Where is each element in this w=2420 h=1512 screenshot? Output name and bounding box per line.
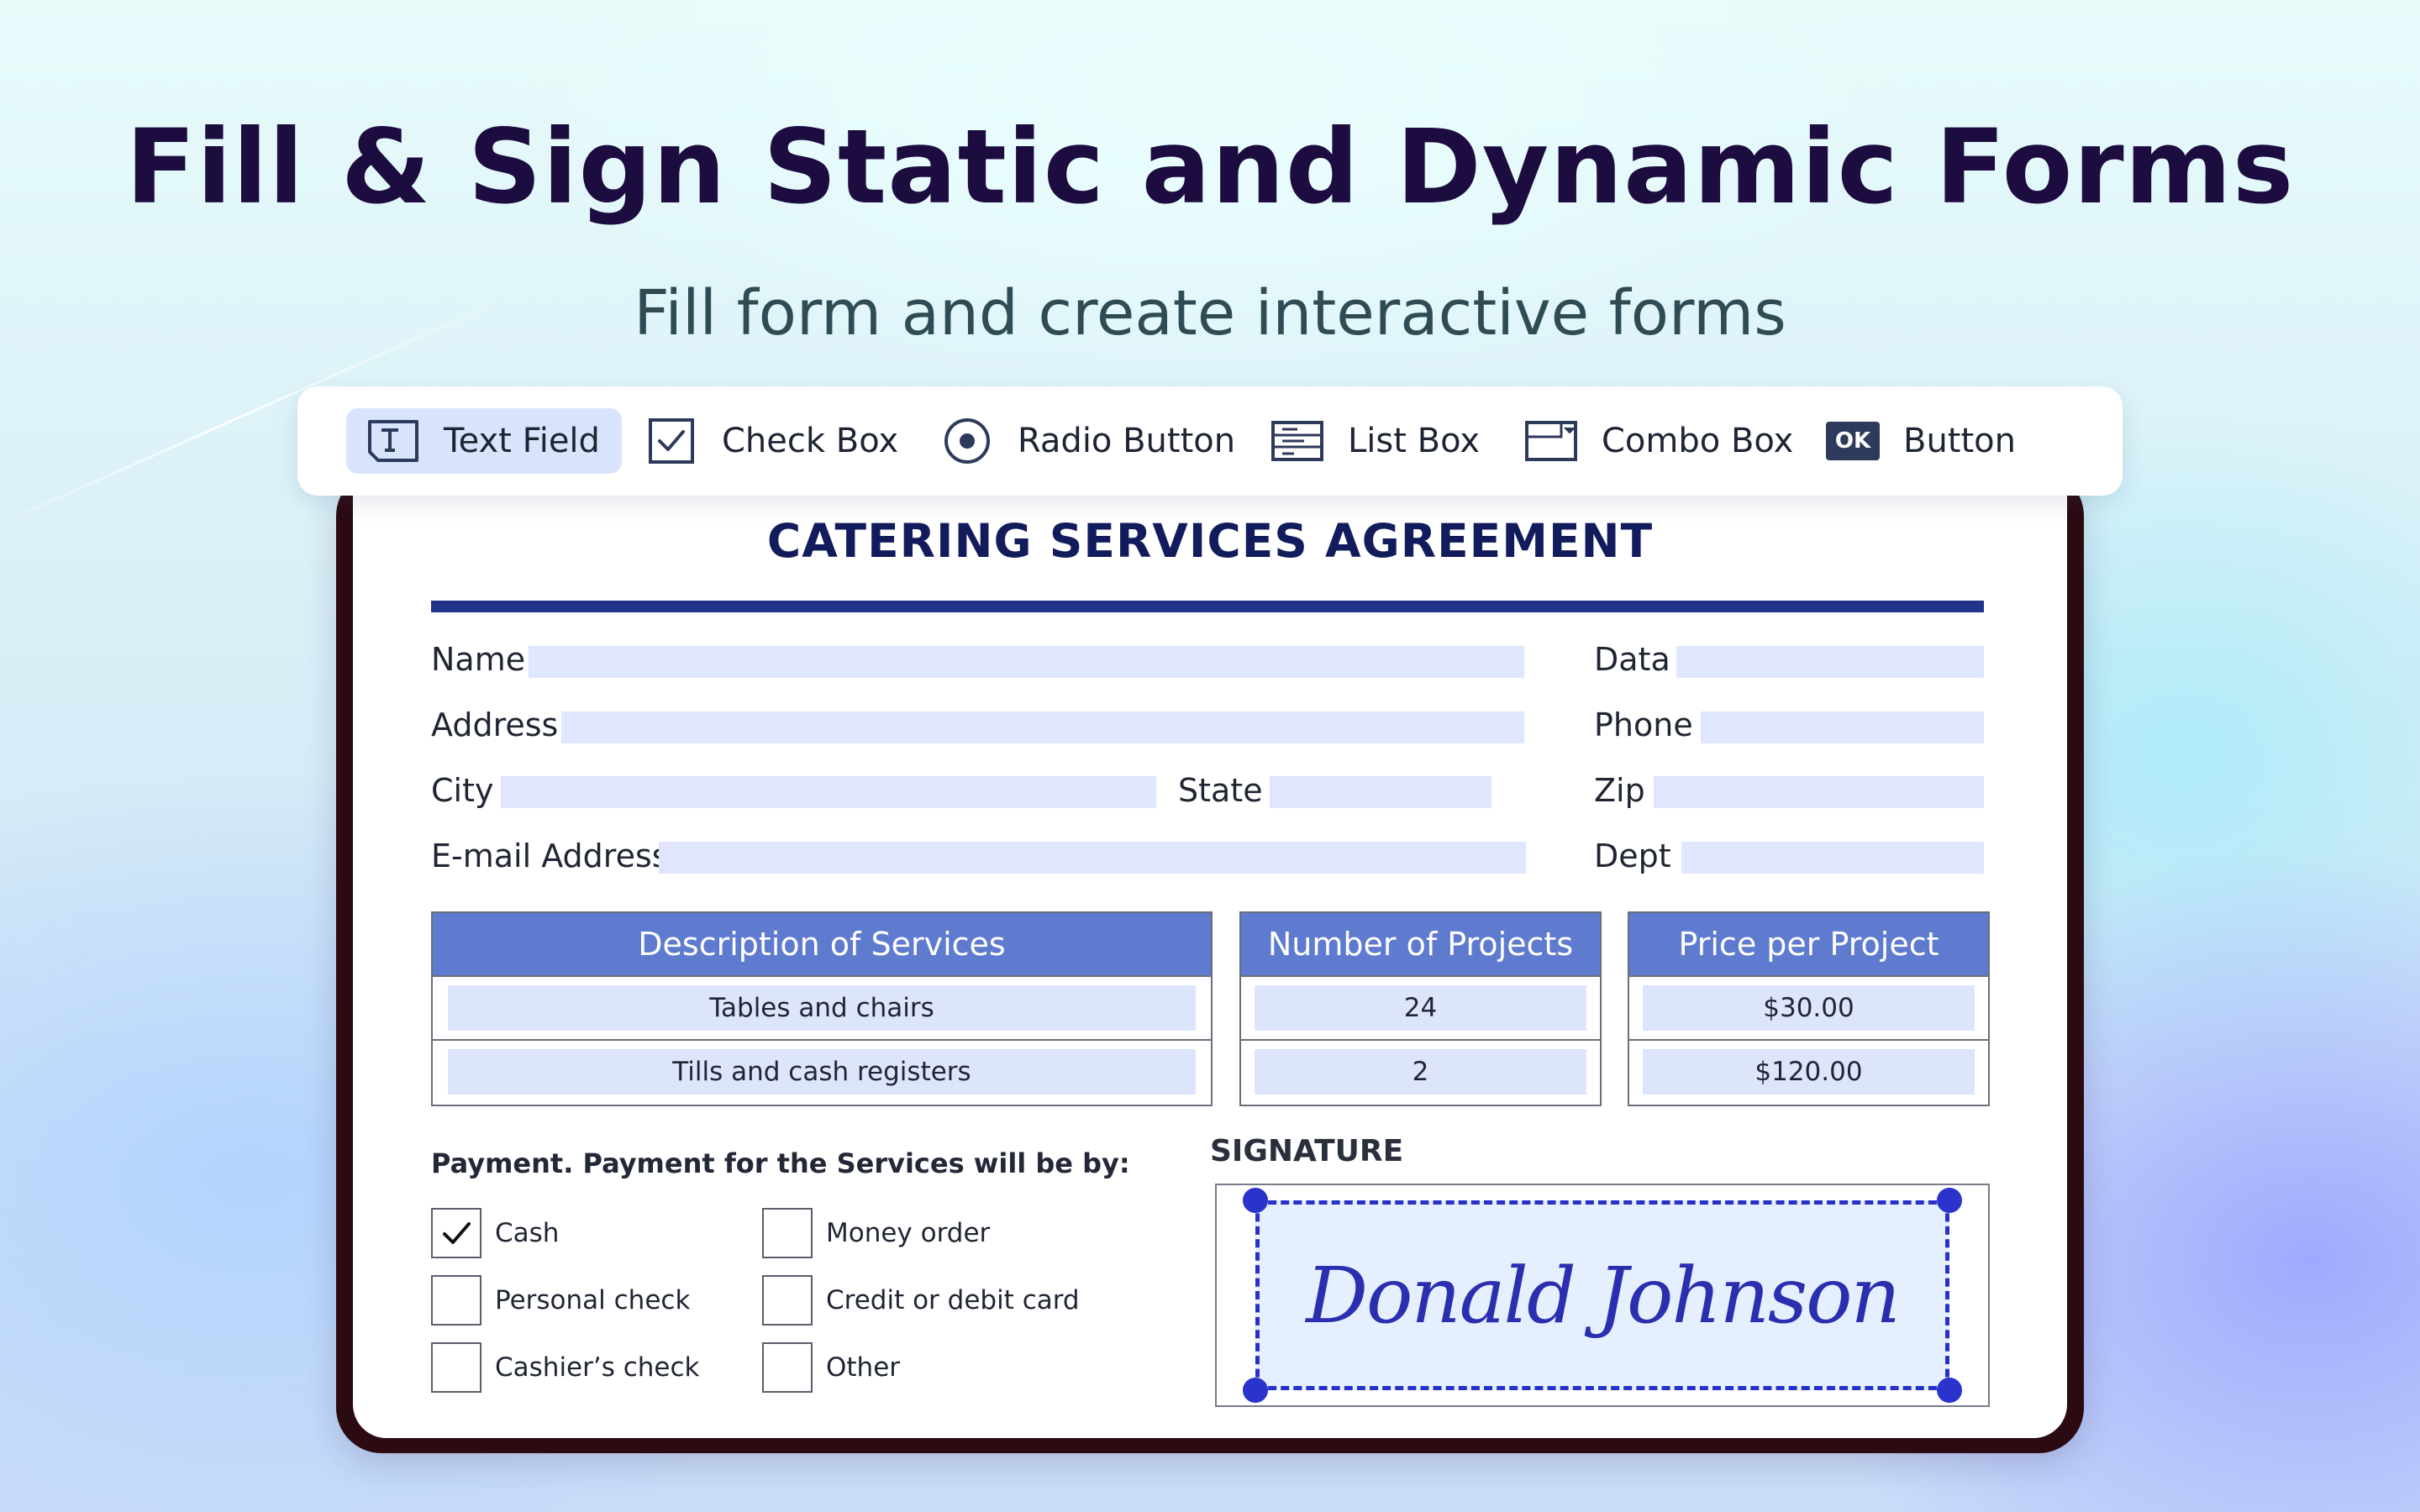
table-row: $120.00 (1629, 1039, 1988, 1103)
table-row: Tables and chairs (433, 975, 1211, 1039)
email-field[interactable] (659, 842, 1526, 874)
state-label: State (1178, 772, 1263, 809)
resize-handle-top-right[interactable] (1937, 1188, 1962, 1213)
price-cell[interactable]: $120.00 (1643, 1049, 1975, 1095)
city-label: City (431, 772, 494, 809)
tool-label: List Box (1348, 422, 1480, 460)
form-title: CATERING SERVICES AGREEMENT (766, 514, 1654, 568)
table-row: $30.00 (1629, 975, 1988, 1039)
table-row: 2 (1241, 1039, 1600, 1103)
project-count-table: Number of Projects 24 2 (1239, 911, 1602, 1106)
list-box-icon (1270, 417, 1324, 465)
table-row: Tills and cash registers (433, 1039, 1211, 1103)
phone-field[interactable] (1701, 711, 1984, 743)
price-header: Price per Project (1629, 913, 1988, 975)
data-field[interactable] (1676, 646, 1984, 678)
tool-button[interactable]: OK Button (1806, 408, 2038, 474)
other-checkbox[interactable] (762, 1342, 813, 1393)
project-count-cell[interactable]: 2 (1255, 1049, 1586, 1095)
cashiers-check-label: Cashier’s check (495, 1352, 700, 1383)
form-document: CATERING SERVICES AGREEMENT Name Data Ad… (353, 470, 2067, 1438)
title-divider (431, 601, 1984, 612)
tool-radio-button[interactable]: Radio Button (920, 408, 1257, 474)
name-field[interactable] (529, 646, 1524, 678)
price-cell[interactable]: $30.00 (1643, 985, 1975, 1031)
description-header: Description of Services (433, 913, 1211, 975)
data-label: Data (1594, 641, 1670, 678)
ok-button-icon: OK (1826, 417, 1880, 465)
cash-checkbox[interactable] (431, 1208, 481, 1258)
tool-label: Button (1903, 422, 2016, 460)
checkmark-icon (443, 1222, 471, 1244)
description-cell[interactable]: Tables and chairs (448, 985, 1196, 1031)
card-label: Credit or debit card (826, 1285, 1080, 1315)
tool-label: Radio Button (1018, 422, 1236, 460)
form-field-toolbar: Text Field Check Box Radio Button List B… (297, 386, 2123, 496)
dept-field[interactable] (1681, 842, 1984, 874)
tool-combo-box[interactable]: Combo Box (1504, 408, 1815, 474)
ok-button-icon-text: OK (1826, 422, 1880, 460)
radio-button-icon (940, 417, 994, 465)
address-label: Address (431, 706, 559, 743)
page-headline: Fill & Sign Static and Dynamic Forms (125, 108, 2295, 227)
combo-box-icon (1524, 417, 1578, 465)
page-subtitle: Fill form and create interactive forms (634, 277, 1786, 349)
tool-label: Text Field (444, 422, 600, 460)
zip-label: Zip (1594, 772, 1645, 809)
tool-label: Check Box (722, 422, 899, 460)
table-row: 24 (1241, 975, 1600, 1039)
resize-handle-bottom-right[interactable] (1937, 1378, 1962, 1403)
zip-field[interactable] (1654, 776, 1984, 808)
resize-handle-top-left[interactable] (1243, 1188, 1268, 1213)
card-checkbox[interactable] (762, 1275, 813, 1326)
money-order-checkbox[interactable] (762, 1208, 813, 1258)
email-label: E-mail Address (431, 837, 669, 874)
description-cell[interactable]: Tills and cash registers (448, 1049, 1196, 1095)
services-description-table: Description of Services Tables and chair… (431, 911, 1213, 1106)
other-label: Other (826, 1352, 901, 1383)
tool-list-box[interactable]: List Box (1250, 408, 1502, 474)
address-field[interactable] (561, 711, 1524, 743)
state-field[interactable] (1270, 776, 1491, 808)
project-count-cell[interactable]: 24 (1255, 985, 1586, 1031)
money-order-label: Money order (826, 1218, 991, 1248)
personal-check-checkbox[interactable] (431, 1275, 481, 1326)
payment-heading: Payment. Payment for the Services will b… (431, 1147, 1130, 1179)
signature-heading: SIGNATURE (1210, 1134, 1404, 1168)
dept-label: Dept (1594, 837, 1671, 874)
name-label: Name (431, 641, 526, 678)
price-table: Price per Project $30.00 $120.00 (1628, 911, 1990, 1106)
cashiers-check-checkbox[interactable] (431, 1342, 481, 1393)
personal-check-label: Personal check (495, 1285, 691, 1315)
tool-check-box[interactable]: Check Box (624, 408, 920, 474)
signature-value: Donald Johnson (1306, 1250, 1900, 1341)
checkbox-icon (644, 417, 698, 465)
tool-text-field[interactable]: Text Field (346, 408, 622, 474)
city-field[interactable] (501, 776, 1156, 808)
phone-label: Phone (1594, 706, 1693, 743)
tool-label: Combo Box (1602, 422, 1794, 460)
cash-label: Cash (495, 1218, 560, 1248)
resize-handle-bottom-left[interactable] (1243, 1378, 1268, 1403)
text-field-icon (366, 417, 420, 465)
project-count-header: Number of Projects (1241, 913, 1600, 975)
